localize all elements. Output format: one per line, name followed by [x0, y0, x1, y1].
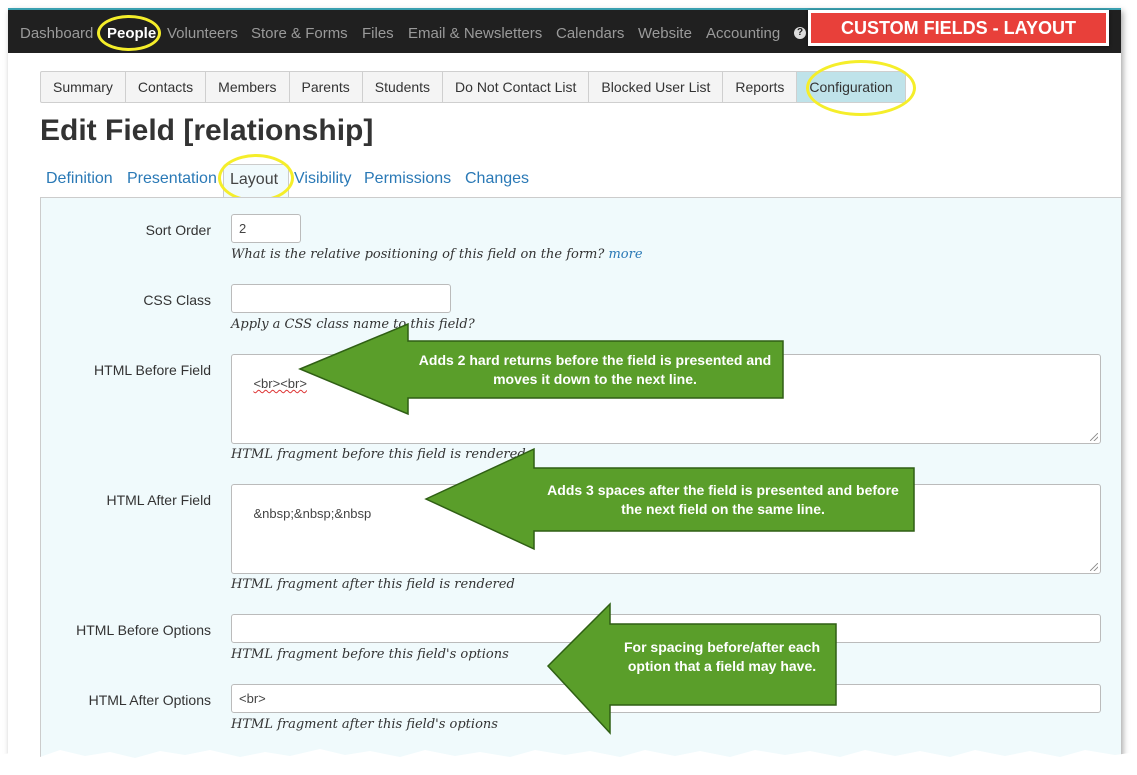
screenshot-frame: Dashboard People Volunteers Store & Form…: [8, 8, 1121, 764]
callout-text-before-field: Adds 2 hard returns before the field is …: [418, 352, 772, 387]
callout-text-options: For spacing before/after each option tha…: [623, 639, 821, 674]
torn-edge: [0, 749, 1137, 775]
callout-text-after-field: Adds 3 spaces after the field is present…: [547, 482, 899, 517]
